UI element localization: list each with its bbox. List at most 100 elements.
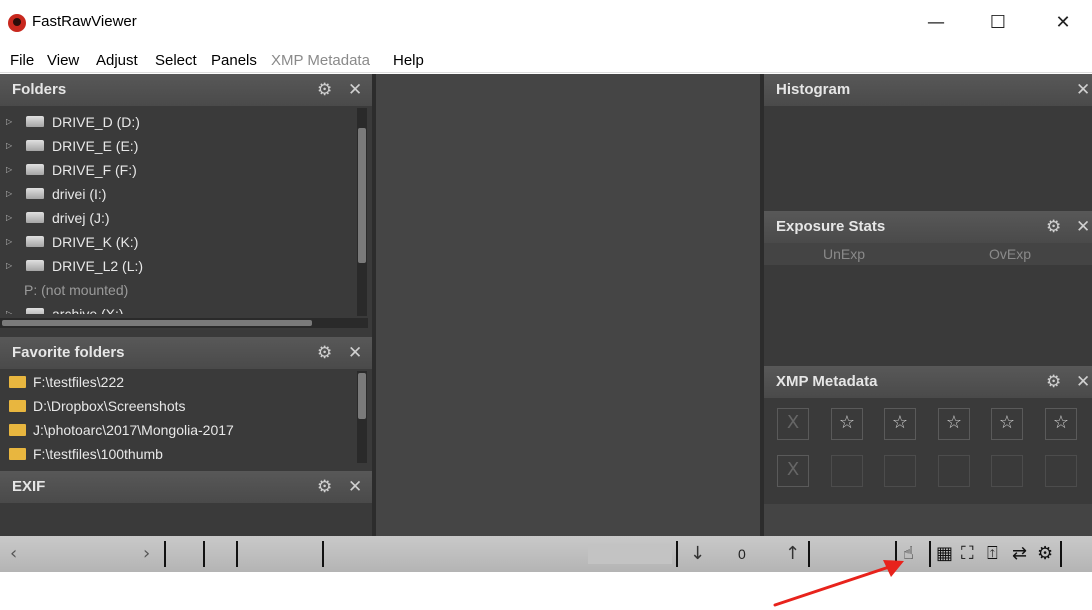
drive-icon xyxy=(26,212,44,223)
reject-button[interactable]: X xyxy=(777,408,809,440)
tree-row[interactable]: ▷ DRIVE_K (K:) xyxy=(0,230,355,254)
color-label-button[interactable] xyxy=(831,455,863,487)
separator xyxy=(929,541,931,567)
clear-label-button[interactable]: X xyxy=(777,455,809,487)
tree-row[interactable]: ▷ drivei (I:) xyxy=(0,182,355,206)
ovexp-column-label: OvExp xyxy=(989,246,1032,262)
settings-icon[interactable]: ⚙ xyxy=(1037,542,1053,566)
drive-icon xyxy=(26,188,44,199)
tree-row[interactable]: ▷ DRIVE_E (E:) xyxy=(0,134,355,158)
menu-panels[interactable]: Panels xyxy=(211,52,257,69)
menu-select[interactable]: Select xyxy=(155,52,197,69)
counter-value: 0 xyxy=(738,546,746,562)
folder-icon xyxy=(9,448,26,460)
export-icon[interactable]: ⍐ xyxy=(987,542,998,566)
unexp-column-label: UnExp xyxy=(823,246,866,262)
exposure-panel-title: Exposure Stats xyxy=(776,218,886,235)
star-2-button[interactable]: ☆ xyxy=(884,408,916,440)
favorites-list: F:\testfiles\222 D:\Dropbox\Screenshots … xyxy=(0,369,372,466)
right-panel-column: Histogram ✕ Exposure Stats ⚙ ✕ UnExp OvE… xyxy=(764,74,1092,536)
exif-panel-header: EXIF ⚙ ✕ xyxy=(0,471,372,503)
star-1-button[interactable]: ☆ xyxy=(831,408,863,440)
star-4-button[interactable]: ☆ xyxy=(991,408,1023,440)
menu-view[interactable]: View xyxy=(47,52,79,69)
favorites-panel-title: Favorite folders xyxy=(12,344,125,361)
close-icon[interactable]: ✕ xyxy=(1076,366,1090,398)
folders-panel-header: Folders ⚙ ✕ xyxy=(0,74,372,106)
drive-icon xyxy=(26,260,44,271)
gear-icon[interactable]: ⚙ xyxy=(1046,211,1061,243)
exif-panel-title: EXIF xyxy=(12,478,46,495)
gear-icon[interactable]: ⚙ xyxy=(317,74,332,106)
scroll-thumb[interactable] xyxy=(2,320,312,326)
title-bar: FastRawViewer — ☐ ✕ xyxy=(0,0,1092,47)
color-label-button[interactable] xyxy=(938,455,970,487)
close-icon[interactable]: ✕ xyxy=(348,337,362,369)
status-bar: ‹ › ↓ 0 ↑ ☝ ▦ ⛶ ⍐ ⇄ ⚙ xyxy=(0,536,1092,572)
exposure-stats-header-row: UnExp OvExp xyxy=(764,243,1092,265)
menu-adjust[interactable]: Adjust xyxy=(96,52,138,69)
folders-horizontal-scrollbar[interactable] xyxy=(0,318,368,328)
xmp-panel-title: XMP Metadata xyxy=(776,373,878,390)
drive-icon xyxy=(26,140,44,151)
separator xyxy=(676,541,678,567)
separator xyxy=(164,541,166,567)
down-arrow-icon[interactable]: ↓ xyxy=(690,542,705,566)
star-3-button[interactable]: ☆ xyxy=(938,408,970,440)
list-item[interactable]: J:\photoarc\2017\Mongolia-2017 xyxy=(0,418,355,442)
gear-icon[interactable]: ⚙ xyxy=(317,337,332,369)
color-label-button[interactable] xyxy=(991,455,1023,487)
scroll-thumb[interactable] xyxy=(358,128,366,263)
color-label-button[interactable] xyxy=(1045,455,1077,487)
favorites-vertical-scrollbar[interactable] xyxy=(357,371,367,463)
minimize-button[interactable]: — xyxy=(913,8,959,38)
menu-file[interactable]: File xyxy=(10,52,34,69)
drive-icon xyxy=(26,308,44,314)
menu-bar: File View Adjust Select Panels XMP Metad… xyxy=(0,47,1092,73)
grid-view-icon[interactable]: ▦ xyxy=(936,542,953,566)
tree-row[interactable]: ▷ archive (X:) xyxy=(0,302,355,314)
compare-icon[interactable]: ⇄ xyxy=(1012,542,1027,566)
folder-icon xyxy=(9,400,26,412)
drive-icon xyxy=(26,164,44,175)
drive-icon xyxy=(26,116,44,127)
close-icon[interactable]: ✕ xyxy=(1076,74,1090,106)
image-view-area[interactable] xyxy=(376,74,760,536)
progress-area xyxy=(588,544,672,564)
maximize-button[interactable]: ☐ xyxy=(975,8,1021,38)
app-logo-icon xyxy=(8,14,26,32)
gear-icon[interactable]: ⚙ xyxy=(1046,366,1061,398)
tree-row[interactable]: ▷ DRIVE_L2 (L:) xyxy=(0,254,355,278)
tree-row[interactable]: ▷ DRIVE_D (D:) xyxy=(0,110,355,134)
close-icon[interactable]: ✕ xyxy=(348,74,362,106)
scroll-thumb[interactable] xyxy=(358,373,366,419)
fullscreen-icon[interactable]: ⛶ xyxy=(961,542,974,566)
separator xyxy=(203,541,205,567)
menu-help[interactable]: Help xyxy=(393,52,424,69)
tree-row[interactable]: ▷ DRIVE_F (F:) xyxy=(0,158,355,182)
xmp-panel-header: XMP Metadata ⚙ ✕ xyxy=(764,366,1092,398)
separator xyxy=(322,541,324,567)
folders-tree: ▷ DRIVE_D (D:) ▷ DRIVE_E (E:) ▷ DRIVE_F (F:… xyxy=(0,106,372,334)
exposure-panel-header: Exposure Stats ⚙ ✕ xyxy=(764,211,1092,243)
folders-vertical-scrollbar[interactable] xyxy=(357,108,367,316)
list-item[interactable]: D:\Dropbox\Screenshots xyxy=(0,394,355,418)
close-icon[interactable]: ✕ xyxy=(1076,211,1090,243)
favorites-panel-header: Favorite folders ⚙ ✕ xyxy=(0,337,372,369)
xmp-panel-footer xyxy=(764,504,1092,536)
list-item[interactable]: F:\testfiles\222 xyxy=(0,370,355,394)
close-window-button[interactable]: ✕ xyxy=(1040,8,1086,38)
tree-row[interactable]: P: (not mounted) xyxy=(0,278,355,302)
list-item[interactable]: F:\testfiles\100thumb xyxy=(0,442,355,466)
gear-icon[interactable]: ⚙ xyxy=(317,471,332,503)
color-label-button[interactable] xyxy=(884,455,916,487)
previous-icon[interactable]: ‹ xyxy=(10,542,17,566)
folder-icon xyxy=(9,376,26,388)
star-5-button[interactable]: ☆ xyxy=(1045,408,1077,440)
next-icon[interactable]: › xyxy=(143,542,150,566)
close-icon[interactable]: ✕ xyxy=(348,471,362,503)
histogram-area xyxy=(764,106,1092,208)
tree-row[interactable]: ▷ drivej (J:) xyxy=(0,206,355,230)
separator xyxy=(236,541,238,567)
menu-xmp-metadata[interactable]: XMP Metadata xyxy=(271,52,370,69)
